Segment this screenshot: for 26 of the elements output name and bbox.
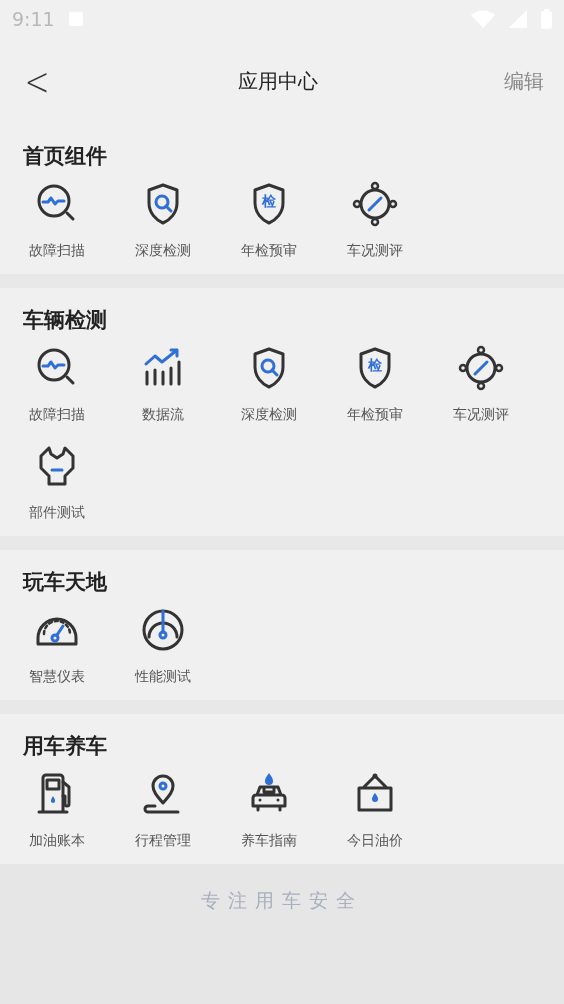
section-title: 车辆检测 [23,307,108,334]
section-title: 玩车天地 [23,569,108,596]
section-title: 首页组件 [23,143,108,170]
app-shortcut[interactable]: 行程管理 [135,770,191,850]
app-shortcut[interactable]: 智慧仪表 [29,606,85,686]
app-shortcut[interactable]: 数据流 [139,344,187,424]
back-button[interactable]: < [22,58,52,104]
footer-slogan: 专注用车安全 [201,888,363,913]
app-shortcut[interactable]: 加油账本 [29,770,85,850]
app-shortcut[interactable]: 部件测试 [29,442,85,522]
status-time: 9:11 [12,8,55,30]
app-shortcut[interactable]: 故障扫描 [29,180,85,260]
app-shortcut[interactable]: 检 年检预审 [347,344,403,424]
section-title: 用车养车 [23,733,108,760]
app-shortcut[interactable]: 深度检测 [241,344,297,424]
app-shortcut[interactable]: 养车指南 [241,770,297,850]
app-shortcut[interactable]: 深度检测 [135,180,191,260]
app-shortcut[interactable]: 车况测评 [347,180,403,260]
app-shortcut[interactable]: 性能测试 [135,606,191,686]
app-shortcut[interactable]: 今日油价 [347,770,403,850]
page-title: 应用中心 [237,67,319,95]
app-shortcut[interactable]: 检 年检预审 [241,180,297,260]
compass-icon [457,344,505,392]
compass-icon [351,180,399,228]
app-shortcut[interactable]: 车况测评 [453,344,509,424]
app-shortcut[interactable]: 故障扫描 [29,344,85,424]
